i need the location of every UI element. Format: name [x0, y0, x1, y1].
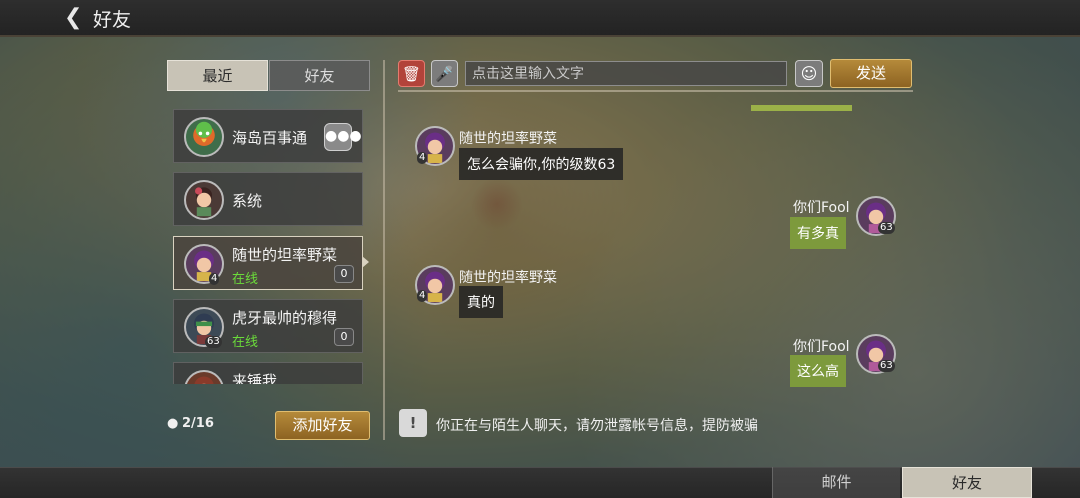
list-item-friend[interactable]: 来锤我 [173, 362, 363, 384]
selection-arrow-icon [362, 256, 369, 268]
level-badge: 4 [417, 290, 428, 302]
message-sender: 随世的坦率野菜 [459, 270, 557, 286]
friend-count-value: 2/16 [182, 416, 214, 431]
message-sender: 你们Fool [793, 200, 850, 216]
list-item-system[interactable]: 系统 [173, 172, 363, 226]
online-status: 在线 [232, 335, 259, 350]
friend-tabs: 最近 好友 [167, 60, 370, 91]
friend-name: 海岛百事通 [232, 129, 308, 147]
friend-name: 虎牙最帅的穆得 [232, 309, 338, 327]
add-friend-button[interactable]: 添加好友 [275, 411, 370, 440]
level-badge: 4 [417, 152, 428, 164]
unread-count-badge: 0 [334, 265, 354, 283]
page-title: 好友 [93, 9, 132, 31]
level-badge: 63 [878, 360, 895, 372]
level-badge: 63 [878, 222, 895, 234]
friend-name: 来锤我 [232, 372, 278, 384]
trash-icon[interactable]: 🗑 [398, 60, 425, 87]
send-button[interactable]: 发送 [830, 59, 912, 88]
tab-recent[interactable]: 最近 [167, 60, 268, 91]
list-item-island-guide[interactable]: 海岛百事通 ●●● [173, 109, 363, 163]
friend-list[interactable]: 海岛百事通 ●●● 系统 4 随世的坦率野菜 在线 0 63 虎牙最帅的穆得 在… [173, 109, 364, 384]
message-sender: 你们Fool [793, 339, 850, 355]
unread-count-badge: 0 [334, 328, 354, 346]
list-item-selected-friend[interactable]: 4 随世的坦率野菜 在线 0 [173, 236, 363, 290]
person-icon: ● [167, 416, 179, 431]
friend-name: 随世的坦率野菜 [232, 246, 338, 264]
chevron-left-icon[interactable]: ❮ [64, 6, 84, 30]
player-avatar-icon [184, 370, 224, 384]
message-bubble: 真的 [459, 286, 503, 318]
online-status: 在线 [232, 272, 259, 287]
chat-bubble-icon[interactable]: ●●● [324, 123, 362, 151]
parrot-avatar-icon [184, 117, 224, 157]
top-bar: ❮ 好友 [0, 0, 1080, 37]
message-bubble-self: 这么高 [790, 355, 846, 387]
emoji-icon[interactable]: ☺ [795, 60, 823, 87]
column-divider [383, 60, 385, 440]
system-avatar-icon [184, 180, 224, 220]
message-input[interactable] [465, 61, 787, 86]
microphone-icon[interactable]: 🎤 [431, 60, 458, 87]
friend-name: 系统 [232, 192, 263, 210]
input-underline [398, 90, 913, 92]
tab-friends-bottom[interactable]: 好友 [902, 467, 1032, 498]
list-item-friend[interactable]: 63 虎牙最帅的穆得 在线 0 [173, 299, 363, 353]
level-badge: 4 [209, 273, 220, 285]
safety-notice: 你正在与陌生人聊天，请勿泄露帐号信息，提防被骗 [436, 418, 758, 434]
chat-scrollbar[interactable] [751, 105, 852, 111]
info-icon: ! [399, 409, 427, 437]
message-sender: 随世的坦率野菜 [459, 131, 557, 147]
message-bubble-self: 有多真 [790, 217, 846, 249]
message-bubble: 怎么会骗你,你的级数63 [459, 148, 624, 180]
tab-mail[interactable]: 邮件 [772, 467, 900, 498]
tab-friends[interactable]: 好友 [269, 60, 370, 91]
friend-count: ● 2/16 [167, 416, 214, 431]
level-badge: 63 [205, 336, 222, 348]
